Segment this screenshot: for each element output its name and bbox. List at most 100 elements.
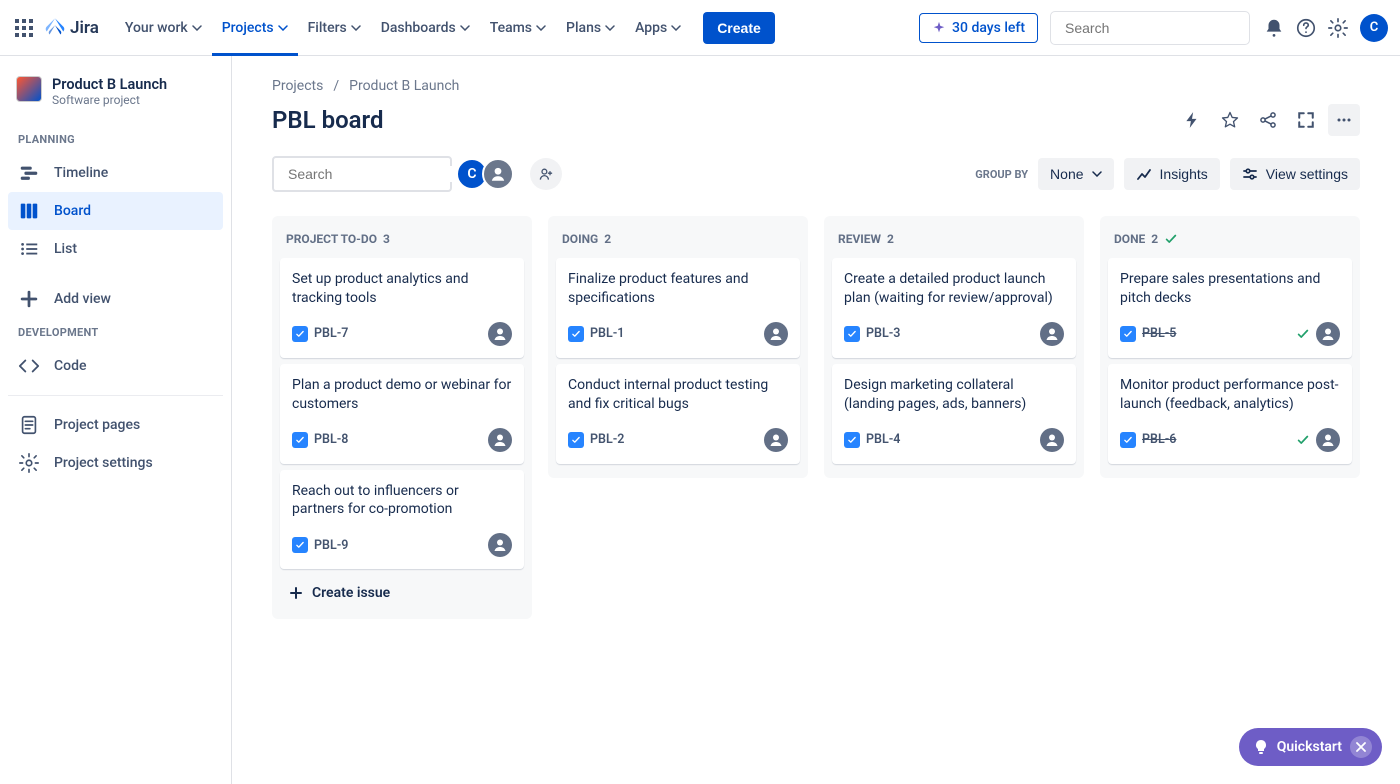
nav-item-your-work[interactable]: Your work	[115, 0, 212, 56]
nav-item-apps[interactable]: Apps	[625, 0, 691, 56]
jira-logo[interactable]: Jira	[44, 17, 99, 39]
column-header[interactable]: PROJECT TO-DO3	[278, 228, 526, 258]
sidebar-item-code[interactable]: Code	[8, 347, 223, 385]
assignee-avatar[interactable]	[488, 428, 512, 452]
card-title: Design marketing collateral (landing pag…	[844, 376, 1064, 414]
issue-key[interactable]: PBL-8	[314, 432, 348, 447]
list-icon	[18, 238, 40, 260]
assignee-avatar[interactable]	[488, 533, 512, 557]
task-icon	[844, 326, 860, 342]
settings-icon[interactable]	[1322, 12, 1354, 44]
lightbulb-icon	[1253, 739, 1269, 755]
issue-card[interactable]: Plan a product demo or webinar for custo…	[280, 364, 524, 464]
column-header[interactable]: REVIEW2	[830, 228, 1078, 258]
close-icon[interactable]	[1350, 736, 1372, 758]
nav-item-filters[interactable]: Filters	[298, 0, 371, 56]
sidebar-item-board[interactable]: Board	[8, 192, 223, 230]
task-icon	[1120, 432, 1136, 448]
issue-card[interactable]: Finalize product features and specificat…	[556, 258, 800, 358]
nav-item-plans[interactable]: Plans	[556, 0, 625, 56]
board-search[interactable]	[272, 156, 452, 192]
assignee-avatar[interactable]	[1040, 428, 1064, 452]
group-by-dropdown[interactable]: None	[1038, 158, 1113, 190]
days-left-button[interactable]: 30 days left	[919, 13, 1038, 43]
chevron-down-icon	[278, 25, 288, 31]
column-review: REVIEW2 Create a detailed product launch …	[824, 216, 1084, 478]
fullscreen-icon[interactable]	[1290, 104, 1322, 136]
card-title: Monitor product performance post-launch …	[1120, 376, 1340, 414]
view-settings-button[interactable]: View settings	[1230, 158, 1360, 190]
nav-item-teams[interactable]: Teams	[480, 0, 556, 56]
issue-card[interactable]: Reach out to influencers or partners for…	[280, 470, 524, 570]
sidebar-item-project-settings[interactable]: Project settings	[8, 444, 223, 482]
sidebar-item-project-pages[interactable]: Project pages	[8, 406, 223, 444]
assignee-avatar[interactable]	[1040, 322, 1064, 346]
project-header[interactable]: Product B Launch Software project	[8, 76, 223, 125]
breadcrumb-projects[interactable]: Projects	[272, 78, 323, 94]
assignee-avatar[interactable]	[1316, 322, 1340, 346]
board-search-input[interactable]	[288, 166, 469, 182]
chevron-down-icon	[536, 25, 546, 31]
issue-key[interactable]: PBL-6	[1142, 432, 1176, 447]
share-icon[interactable]	[1252, 104, 1284, 136]
insights-button[interactable]: Insights	[1124, 158, 1220, 190]
unassigned-avatar[interactable]	[482, 158, 514, 190]
issue-card[interactable]: Set up product analytics and tracking to…	[280, 258, 524, 358]
issue-key[interactable]: PBL-4	[866, 432, 900, 447]
card-title: Create a detailed product launch plan (w…	[844, 270, 1064, 308]
global-search-input[interactable]	[1065, 20, 1246, 36]
notifications-icon[interactable]	[1258, 12, 1290, 44]
issue-key[interactable]: PBL-5	[1142, 326, 1176, 341]
task-icon	[568, 326, 584, 342]
issue-card[interactable]: Design marketing collateral (landing pag…	[832, 364, 1076, 464]
assignee-filter[interactable]: C	[462, 158, 514, 190]
issue-key[interactable]: PBL-2	[590, 432, 624, 447]
more-icon[interactable]	[1328, 104, 1360, 136]
nav-item-dashboards[interactable]: Dashboards	[371, 0, 480, 56]
create-issue-button[interactable]: Create issue	[278, 575, 526, 611]
assignee-avatar[interactable]	[1316, 428, 1340, 452]
project-icon	[16, 76, 42, 102]
assignee-avatar[interactable]	[488, 322, 512, 346]
issue-card[interactable]: Prepare sales presentations and pitch de…	[1108, 258, 1352, 358]
insights-icon	[1136, 166, 1152, 182]
global-search[interactable]	[1050, 11, 1250, 45]
top-nav: Jira Your workProjectsFiltersDashboardsT…	[0, 0, 1400, 56]
sliders-icon	[1242, 166, 1258, 182]
issue-key[interactable]: PBL-1	[590, 326, 624, 341]
task-icon	[292, 537, 308, 553]
issue-key[interactable]: PBL-3	[866, 326, 900, 341]
kanban-board: PROJECT TO-DO3 Set up product analytics a…	[272, 216, 1360, 619]
issue-card[interactable]: Monitor product performance post-launch …	[1108, 364, 1352, 464]
assignee-avatar[interactable]	[764, 428, 788, 452]
nav-item-projects[interactable]: Projects	[212, 0, 298, 56]
app-switcher-icon[interactable]	[12, 16, 36, 40]
column-header[interactable]: DONE2	[1106, 228, 1354, 258]
add-people-button[interactable]	[530, 158, 562, 190]
sidebar-item-timeline[interactable]: Timeline	[8, 154, 223, 192]
create-button[interactable]: Create	[703, 12, 775, 44]
breadcrumb-current[interactable]: Product B Launch	[349, 78, 459, 94]
done-check-icon	[1296, 433, 1310, 447]
card-title: Reach out to influencers or partners for…	[292, 482, 512, 520]
assignee-avatar[interactable]	[764, 322, 788, 346]
gear-icon	[18, 452, 40, 474]
issue-card[interactable]: Conduct internal product testing and fix…	[556, 364, 800, 464]
automation-icon[interactable]	[1176, 104, 1208, 136]
pages-icon	[18, 414, 40, 436]
issue-card[interactable]: Create a detailed product launch plan (w…	[832, 258, 1076, 358]
sidebar-item-list[interactable]: List	[8, 230, 223, 268]
star-icon[interactable]	[1214, 104, 1246, 136]
plus-icon	[18, 288, 40, 310]
card-title: Prepare sales presentations and pitch de…	[1120, 270, 1340, 308]
column-header[interactable]: DOING2	[554, 228, 802, 258]
issue-key[interactable]: PBL-9	[314, 538, 348, 553]
chevron-down-icon	[671, 25, 681, 31]
card-title: Set up product analytics and tracking to…	[292, 270, 512, 308]
plus-icon	[288, 585, 304, 601]
help-icon[interactable]	[1290, 12, 1322, 44]
user-avatar[interactable]: C	[1360, 14, 1388, 42]
issue-key[interactable]: PBL-7	[314, 326, 348, 341]
sidebar-item-add-view[interactable]: Add view	[8, 280, 223, 318]
quickstart-button[interactable]: Quickstart	[1239, 728, 1382, 766]
